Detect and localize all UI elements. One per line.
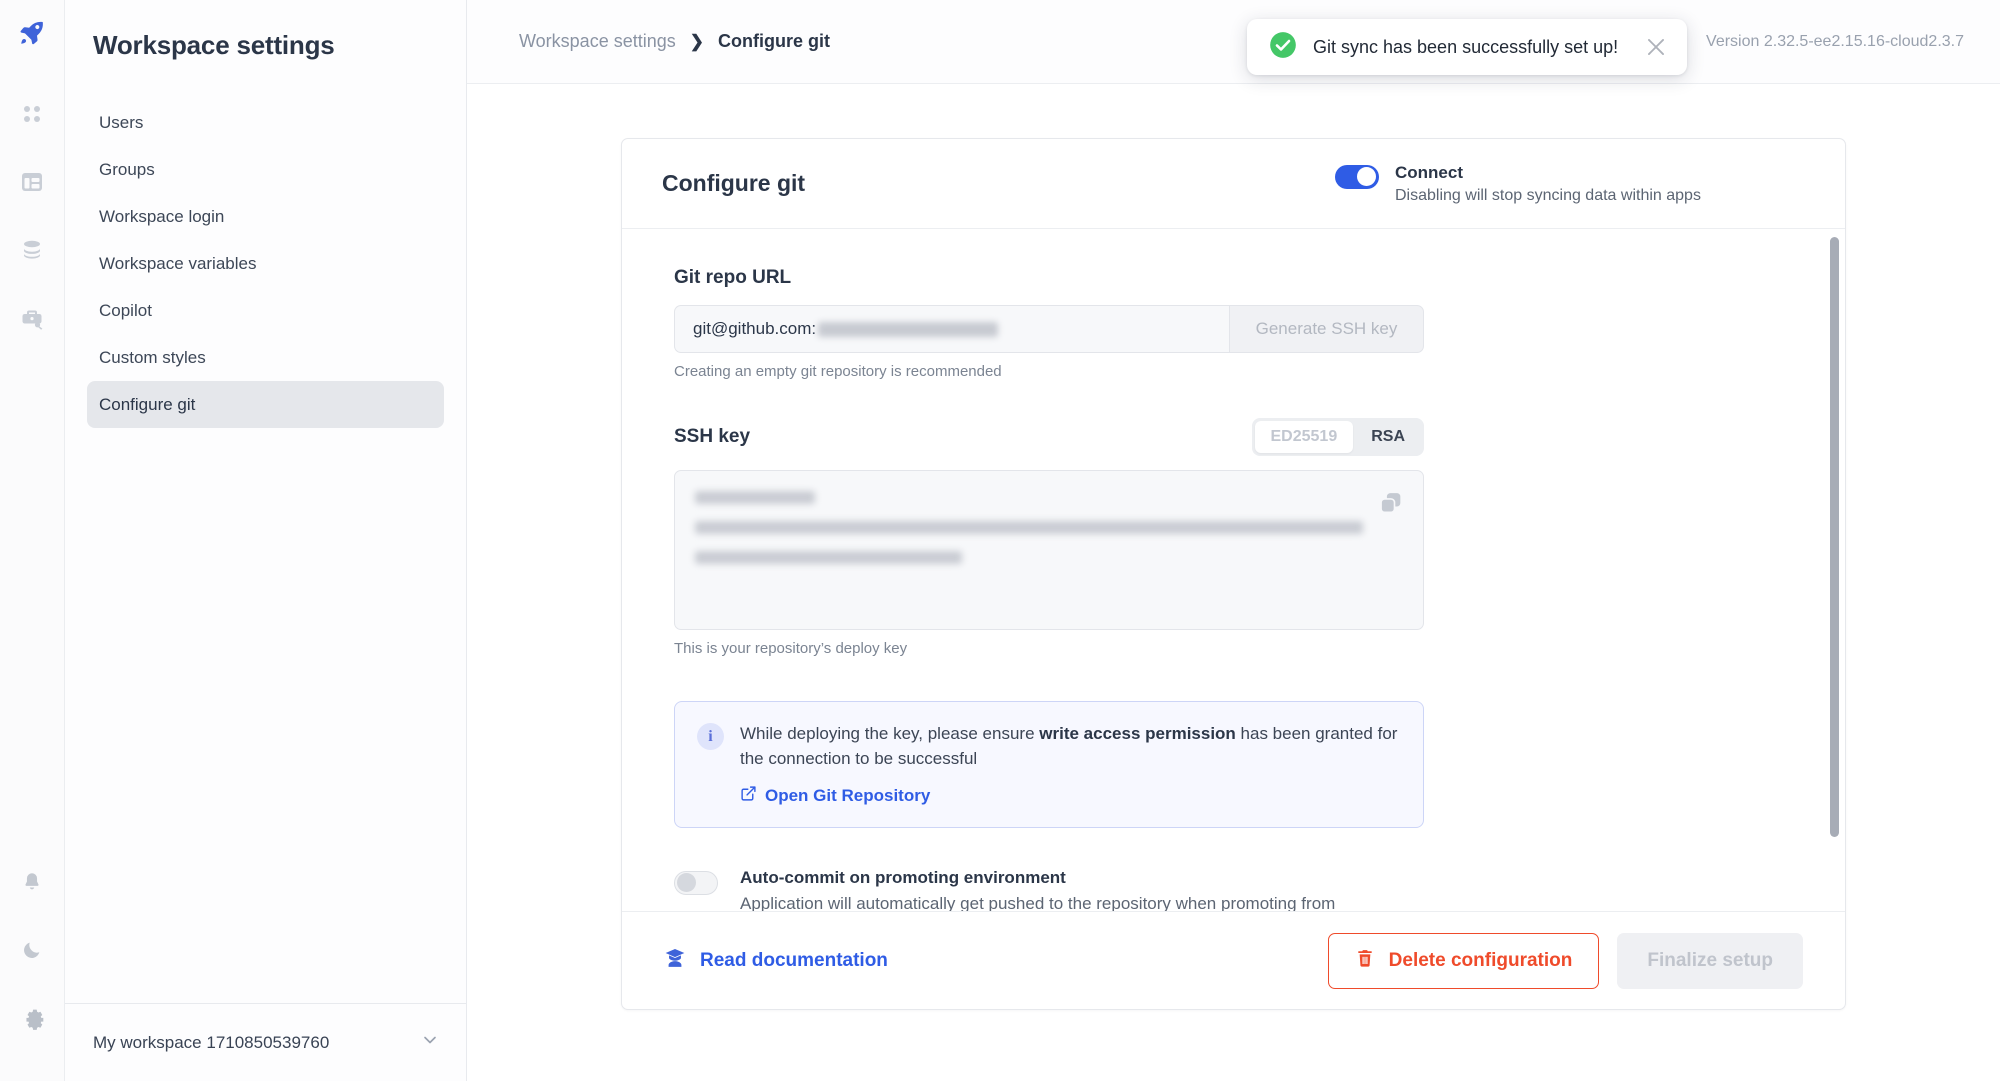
sidebar-item-label: Custom styles — [99, 347, 206, 367]
read-documentation-link[interactable]: Read documentation — [664, 947, 888, 975]
toast-notification: Git sync has been successfully set up! — [1247, 19, 1687, 75]
auto-commit-row: Auto-commit on promoting environment App… — [674, 868, 1424, 911]
trash-icon — [1355, 948, 1375, 974]
sidebar-item-users[interactable]: Users — [87, 99, 444, 146]
card-title: Configure git — [662, 170, 806, 196]
app-root: Workspace settings Users Groups Workspac… — [0, 0, 2000, 1081]
bell-icon[interactable] — [9, 859, 55, 905]
sidebar-item-workspace-login[interactable]: Workspace login — [87, 193, 444, 240]
sidebar-item-groups[interactable]: Groups — [87, 146, 444, 193]
info-text-bold: write access permission — [1039, 724, 1236, 743]
sidebar-item-workspace-variables[interactable]: Workspace variables — [87, 240, 444, 287]
sidebar-item-label: Configure git — [99, 394, 196, 414]
external-link-icon — [740, 785, 757, 807]
page-title: Workspace settings — [93, 30, 335, 60]
main-area: Workspace settings ❯ Configure git Versi… — [467, 0, 2000, 1081]
copy-icon[interactable] — [1377, 489, 1405, 522]
top-bar: Workspace settings ❯ Configure git Versi… — [467, 0, 2000, 84]
database-icon[interactable] — [9, 227, 55, 273]
breadcrumb-separator-icon: ❯ — [689, 31, 704, 51]
connect-group: Connect Disabling will stop syncing data… — [1335, 162, 1805, 205]
read-documentation-label: Read documentation — [700, 949, 888, 971]
breadcrumb-parent[interactable]: Workspace settings — [519, 31, 676, 52]
workspace-switcher[interactable]: My workspace 1710850539760 — [65, 1003, 466, 1081]
content-area: Configure git Connect Disabling will sto… — [467, 84, 2000, 1081]
apps-grid-icon[interactable] — [9, 91, 55, 137]
generate-ssh-key-button[interactable]: Generate SSH key — [1229, 305, 1424, 353]
sidebar-item-label: Workspace login — [99, 206, 225, 226]
ssh-key-redacted-line — [695, 491, 815, 504]
ssh-key-type-rsa[interactable]: RSA — [1355, 421, 1421, 453]
gear-icon[interactable] — [9, 995, 55, 1041]
vertical-scrollbar[interactable] — [1830, 237, 1839, 837]
breadcrumb: Workspace settings ❯ Configure git — [519, 31, 830, 52]
configure-git-card: Configure git Connect Disabling will sto… — [621, 138, 1846, 1010]
footer-actions: Delete configuration Finalize setup — [1327, 932, 1803, 989]
card-header: Configure git Connect Disabling will sto… — [622, 139, 1845, 229]
delete-configuration-button[interactable]: Delete configuration — [1327, 932, 1600, 989]
version-label: Version 2.32.5-ee2.15.16-cloud2.3.7 — [1706, 32, 1964, 50]
delete-configuration-label: Delete configuration — [1388, 949, 1573, 971]
toast-message: Git sync has been successfully set up! — [1313, 36, 1619, 57]
sidebar-item-configure-git[interactable]: Configure git — [87, 381, 444, 428]
auto-commit-title: Auto-commit on promoting environment — [740, 868, 1066, 888]
workspace-switcher-label: My workspace 1710850539760 — [93, 1032, 330, 1052]
sidebar-item-custom-styles[interactable]: Custom styles — [87, 334, 444, 381]
card-body: Git repo URL git@github.com: Generate SS… — [622, 229, 1845, 911]
rocket-icon[interactable] — [17, 18, 47, 53]
toggle-knob — [1357, 166, 1376, 186]
ssh-key-redacted-line — [695, 551, 963, 564]
info-text-before: While deploying the key, please ensure — [740, 724, 1040, 743]
settings-nav: Users Groups Workspace login Workspace v… — [65, 99, 466, 1003]
toolbox-key-icon[interactable] — [9, 295, 55, 341]
git-repo-url-label: Git repo URL — [674, 267, 792, 288]
connect-toggle[interactable] — [1335, 164, 1379, 189]
info-content: While deploying the key, please ensure w… — [740, 722, 1401, 807]
breadcrumb-current: Configure git — [718, 31, 830, 51]
git-repo-url-value: git@github.com: — [693, 319, 817, 338]
sidebar-item-label: Groups — [99, 159, 155, 179]
sidebar-item-label: Copilot — [99, 300, 152, 320]
dashboard-layout-icon[interactable] — [9, 159, 55, 205]
auto-commit-text: Auto-commit on promoting environment App… — [740, 868, 1380, 911]
auto-commit-toggle[interactable] — [674, 871, 718, 896]
connect-description: Disabling will stop syncing data within … — [1395, 187, 1701, 205]
auto-commit-description: Application will automatically get pushe… — [740, 894, 1336, 911]
git-repo-url-input[interactable]: git@github.com: — [674, 305, 1229, 353]
sidebar-item-copilot[interactable]: Copilot — [87, 287, 444, 334]
git-repo-url-redacted — [818, 321, 999, 337]
ssh-key-hint: This is your repository’s deploy key — [674, 640, 908, 657]
connect-label: Connect — [1395, 162, 1463, 182]
sidebar-item-label: Workspace variables — [99, 253, 257, 273]
ssh-key-header: SSH key ED25519 RSA — [674, 418, 1424, 456]
finalize-setup-button[interactable]: Finalize setup — [1617, 932, 1803, 989]
settings-sidebar: Workspace settings Users Groups Workspac… — [65, 0, 467, 1081]
close-icon[interactable] — [1643, 34, 1669, 60]
toggle-knob — [677, 873, 696, 893]
write-access-info-box: i While deploying the key, please ensure… — [674, 701, 1424, 829]
sidebar-item-label: Users — [99, 112, 144, 132]
chevron-down-icon — [420, 1030, 440, 1055]
open-git-repository-link[interactable]: Open Git Repository — [740, 785, 930, 807]
connect-text: Connect Disabling will stop syncing data… — [1395, 162, 1701, 205]
success-check-icon — [1269, 31, 1297, 64]
git-repo-url-row: git@github.com: Generate SSH key — [674, 305, 1424, 353]
icon-rail — [0, 0, 65, 1081]
info-text: While deploying the key, please ensure w… — [740, 722, 1401, 771]
moon-icon[interactable] — [9, 927, 55, 973]
ssh-key-type-ed25519[interactable]: ED25519 — [1254, 421, 1354, 453]
ssh-key-type-segmented-control: ED25519 RSA — [1251, 418, 1424, 456]
ssh-key-redacted-line — [695, 521, 1363, 534]
ssh-key-value-box[interactable] — [674, 470, 1424, 630]
graduation-cap-icon — [664, 947, 686, 975]
open-git-repository-label: Open Git Repository — [765, 786, 931, 806]
ssh-key-label: SSH key — [674, 426, 751, 447]
card-footer: Read documentation Delete configuration … — [622, 911, 1845, 1009]
rail-bottom-group — [9, 859, 55, 1081]
info-icon: i — [697, 723, 724, 750]
git-repo-url-hint: Creating an empty git repository is reco… — [674, 363, 1002, 380]
